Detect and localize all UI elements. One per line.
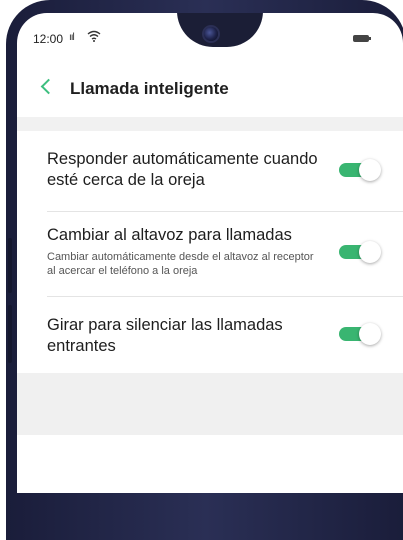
screen: 12:00 ııl Llamada inteligente Responder … <box>17 13 403 493</box>
power-button <box>8 305 12 363</box>
back-chevron-icon[interactable] <box>40 78 57 95</box>
toggle-knob <box>359 241 381 263</box>
bottom-section-background <box>17 373 403 435</box>
status-time: 12:00 <box>33 32 64 46</box>
setting-title: Girar para silenciar las llamadas entran… <box>47 316 283 355</box>
row-divider <box>47 211 403 212</box>
header: Llamada inteligente <box>17 77 403 109</box>
auto-answer-toggle[interactable] <box>337 159 381 181</box>
toggle-knob <box>359 159 381 181</box>
setting-description: Cambiar automáticamente desde el altavoz… <box>47 251 314 277</box>
toggle-knob <box>359 323 381 345</box>
volume-button <box>8 238 12 293</box>
status-bar: 12:00 ııl <box>17 13 403 53</box>
section-divider <box>17 117 403 131</box>
signal-icon: ııl <box>69 32 75 43</box>
wifi-icon <box>87 30 101 45</box>
setting-row-speaker-switch[interactable]: Cambiar al altavoz para llamadas Cambiar… <box>17 213 403 297</box>
setting-row-auto-answer[interactable]: Responder automáticamente cuando esté ce… <box>17 131 403 213</box>
speaker-switch-toggle[interactable] <box>337 241 381 263</box>
battery-icon <box>353 35 371 42</box>
setting-title: Responder automáticamente cuando esté ce… <box>47 150 318 189</box>
page-title: Llamada inteligente <box>70 79 229 98</box>
flip-to-mute-toggle[interactable] <box>337 323 381 345</box>
setting-row-flip-to-mute[interactable]: Girar para silenciar las llamadas entran… <box>17 297 403 373</box>
setting-title: Cambiar al altavoz para llamadas <box>47 226 292 244</box>
